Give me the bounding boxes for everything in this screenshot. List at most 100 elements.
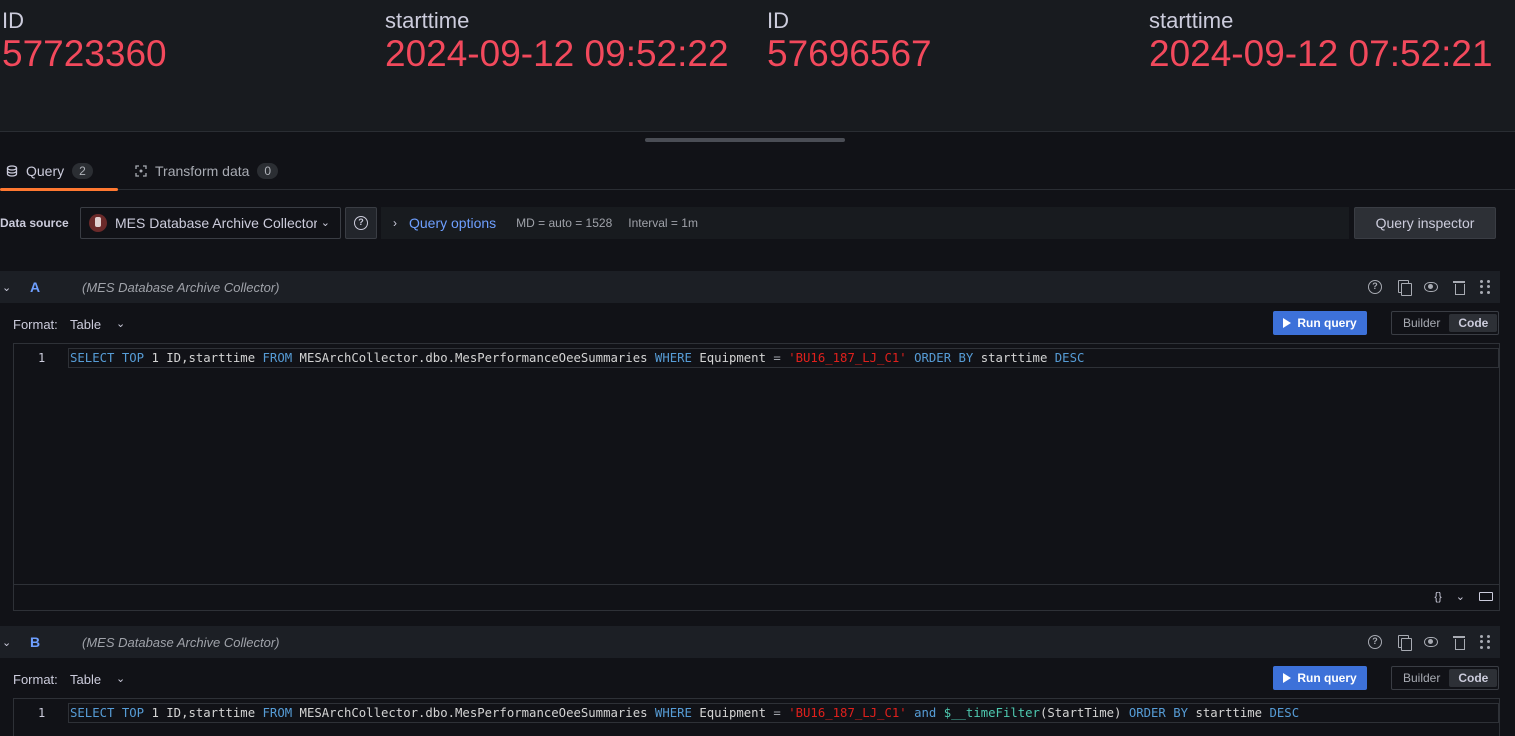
editor-mode-switch: Builder Code	[1391, 666, 1499, 690]
tab-transform[interactable]: Transform data 0	[135, 152, 279, 190]
editor-footer-a: {} ⌄	[13, 585, 1500, 611]
sql-keyword: TOP	[121, 706, 145, 720]
format-code-icon[interactable]: {}	[1434, 591, 1441, 603]
stat-id-1: ID 57723360	[2, 8, 167, 74]
stat-id-2: ID 57696567	[767, 8, 932, 74]
query-options-label: Query options	[409, 215, 497, 231]
format-label: Format:	[13, 317, 58, 332]
collapse-chevron-icon[interactable]: ⌄	[2, 636, 11, 649]
query-row-header-b[interactable]: ⌄ B (MES Database Archive Collector) ?	[0, 626, 1500, 658]
interval: Interval = 1m	[628, 216, 698, 230]
eye-icon[interactable]	[1424, 282, 1438, 292]
stat-value: 57696567	[767, 33, 932, 74]
sql-code[interactable]: SELECT TOP 1 ID,starttime FROM MESArchCo…	[68, 703, 1499, 723]
keyboard-icon[interactable]	[1479, 592, 1493, 601]
tab-query-label: Query	[26, 163, 65, 179]
query-datasource: (MES Database Archive Collector)	[82, 279, 280, 295]
datasource-picker[interactable]: MES Database Archive Collector ⌄	[80, 207, 341, 239]
stat-panels: ID 57723360 starttime 2024-09-12 09:52:2…	[0, 0, 1515, 132]
tab-transform-count: 0	[257, 163, 279, 179]
sql-keyword: DESC	[1054, 351, 1085, 365]
datasource-label: Data source	[0, 216, 69, 230]
code-editor-b[interactable]: 1 SELECT TOP 1 ID,starttime FROM MESArch…	[13, 698, 1500, 736]
sql-sort-column: starttime	[1195, 706, 1263, 720]
format-select[interactable]: Table	[70, 672, 101, 687]
format-select[interactable]: Table	[70, 317, 101, 332]
sql-keyword: and	[914, 706, 937, 720]
sql-keyword: FROM	[262, 706, 293, 720]
code-line[interactable]: 1 SELECT TOP 1 ID,starttime FROM MESArch…	[14, 348, 1499, 368]
drag-handle-icon[interactable]	[1480, 635, 1490, 649]
sql-string: 'BU16_187_LJ_C1'	[788, 706, 907, 720]
chevron-down-icon: ⌄	[320, 217, 330, 229]
sql-keyword: ORDER BY	[1128, 706, 1189, 720]
query-options[interactable]: › Query options MD = auto = 1528 Interva…	[381, 207, 1349, 239]
sql-number: 1	[151, 351, 159, 365]
chevron-right-icon: ›	[393, 216, 397, 230]
stat-title: starttime	[1149, 8, 1234, 33]
duplicate-icon[interactable]	[1396, 280, 1412, 296]
drag-handle-icon[interactable]	[1480, 280, 1490, 294]
trash-icon[interactable]	[1452, 635, 1466, 650]
datasource-row: Data source MES Database Archive Collect…	[0, 206, 1515, 240]
duplicate-icon[interactable]	[1396, 635, 1412, 651]
stat-title: starttime	[385, 8, 470, 33]
code-editor-a[interactable]: 1 SELECT TOP 1 ID,starttime FROM MESArch…	[13, 343, 1500, 585]
eye-icon[interactable]	[1424, 637, 1438, 647]
sql-table: MESArchCollector.dbo.MesPerformanceOeeSu…	[299, 706, 648, 720]
code-mode[interactable]: Code	[1449, 314, 1498, 332]
query-row-header-a[interactable]: ⌄ A (MES Database Archive Collector) ?	[0, 271, 1500, 303]
tab-query[interactable]: Query 2	[0, 152, 118, 191]
query-letter[interactable]: B	[30, 634, 40, 650]
run-query-label: Run query	[1297, 671, 1357, 685]
line-number: 1	[38, 706, 46, 720]
resize-handle[interactable]	[645, 138, 845, 142]
sql-sort-column: starttime	[980, 351, 1048, 365]
chevron-down-icon[interactable]: ⌄	[116, 672, 125, 685]
query-actions: ?	[1368, 635, 1490, 651]
sql-keyword: SELECT	[70, 706, 115, 720]
sql-macro: $__timeFilter	[943, 706, 1040, 720]
collapse-chevron-icon[interactable]: ⌄	[2, 281, 11, 294]
code-line[interactable]: 1 SELECT TOP 1 ID,starttime FROM MESArch…	[14, 703, 1499, 723]
stat-title: ID	[2, 8, 24, 33]
query-actions: ?	[1368, 280, 1490, 296]
sql-code[interactable]: SELECT TOP 1 ID,starttime FROM MESArchCo…	[68, 348, 1499, 368]
chevron-down-icon[interactable]: ⌄	[1456, 590, 1465, 603]
tab-query-count: 2	[72, 163, 93, 179]
line-number: 1	[38, 351, 46, 365]
query-datasource: (MES Database Archive Collector)	[82, 634, 280, 650]
format-label: Format:	[13, 672, 58, 687]
sql-keyword: WHERE	[654, 706, 692, 720]
sql-field: Equipment	[699, 706, 766, 720]
stat-value: 57723360	[2, 33, 167, 74]
run-query-button[interactable]: Run query	[1273, 666, 1367, 690]
stat-value: 2024-09-12 09:52:22	[385, 33, 729, 74]
chevron-down-icon[interactable]: ⌄	[116, 317, 125, 330]
datasource-help-button[interactable]: ?	[345, 207, 377, 239]
help-icon[interactable]: ?	[1368, 280, 1382, 294]
sql-table: MESArchCollector.dbo.MesPerformanceOeeSu…	[299, 351, 648, 365]
builder-mode[interactable]: Builder	[1394, 669, 1449, 687]
help-icon: ?	[354, 216, 368, 230]
editor-mode-switch: Builder Code	[1391, 311, 1499, 335]
run-query-button[interactable]: Run query	[1273, 311, 1367, 335]
sql-operator: =	[773, 706, 781, 720]
sql-string: 'BU16_187_LJ_C1'	[788, 351, 907, 365]
stat-starttime-1: starttime 2024-09-12 09:52:22	[385, 8, 729, 74]
code-mode[interactable]: Code	[1449, 669, 1498, 687]
sql-keyword: WHERE	[654, 351, 692, 365]
query-letter[interactable]: A	[30, 279, 40, 295]
format-row-b: Format: Table ⌄ Run query Builder Code	[0, 665, 1500, 695]
query-inspector-button[interactable]: Query inspector	[1354, 207, 1496, 239]
editor-tabs: Query 2 Transform data 0	[0, 152, 1515, 191]
tab-transform-label: Transform data	[155, 163, 250, 179]
sql-number: 1	[151, 706, 159, 720]
help-icon[interactable]: ?	[1368, 635, 1382, 649]
trash-icon[interactable]	[1452, 280, 1466, 295]
stat-value: 2024-09-12 07:52:21	[1149, 33, 1493, 74]
builder-mode[interactable]: Builder	[1394, 314, 1449, 332]
sql-keyword: TOP	[121, 351, 145, 365]
format-row-a: Format: Table ⌄ Run query Builder Code	[0, 310, 1500, 340]
stat-starttime-2: starttime 2024-09-12 07:52:21	[1149, 8, 1493, 74]
